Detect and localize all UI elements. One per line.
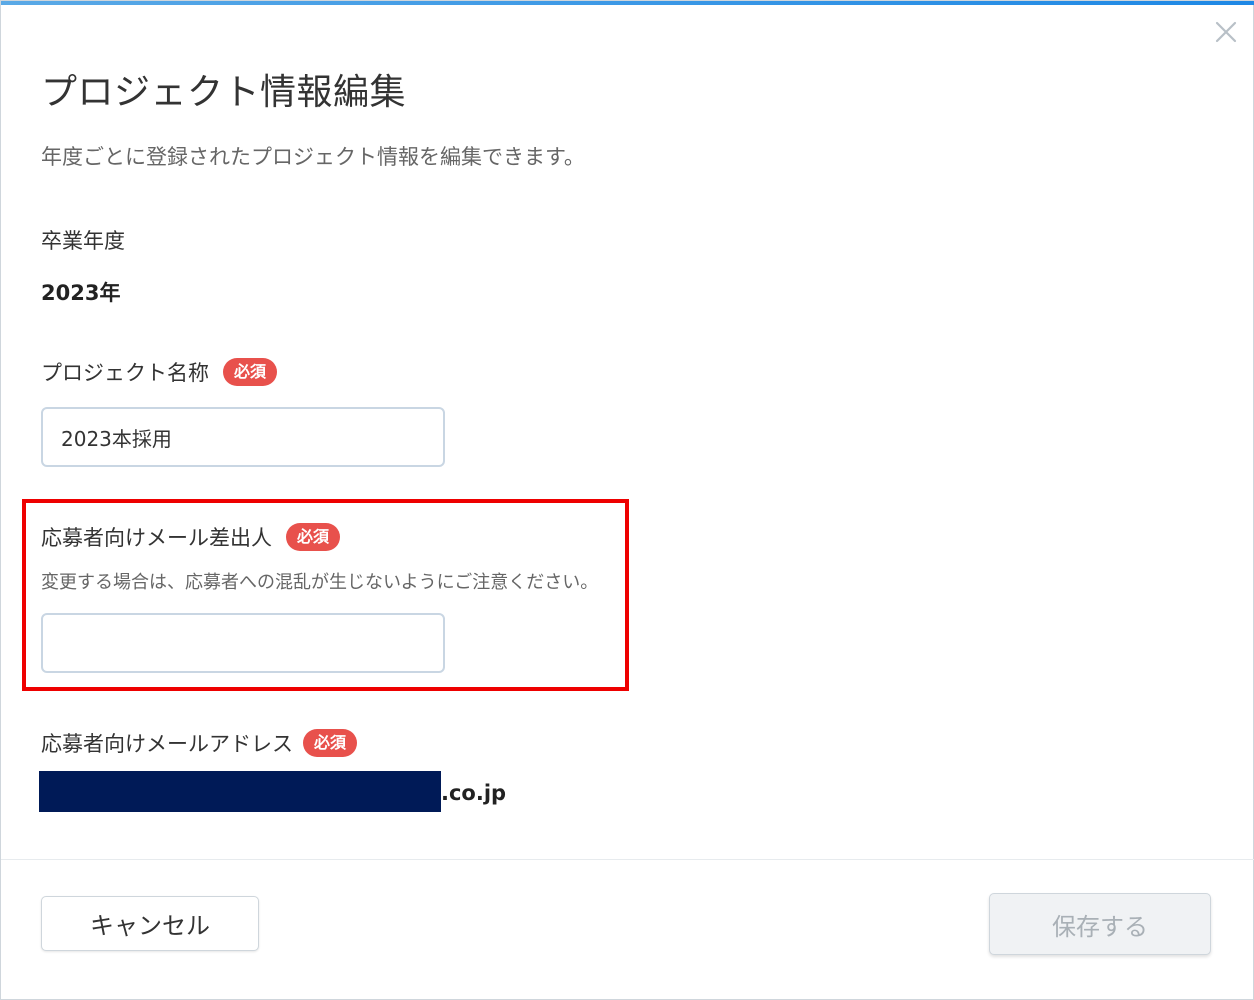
dialog-top-accent bbox=[1, 1, 1254, 5]
project-name-input[interactable] bbox=[41, 407, 445, 467]
redacted-email-block bbox=[39, 771, 441, 812]
dialog-description: 年度ごとに登録されたプロジェクト情報を編集できます。 bbox=[41, 145, 585, 169]
sender-email-label: 応募者向けメールアドレス bbox=[41, 732, 293, 756]
email-domain-suffix: .co.jp bbox=[441, 781, 507, 805]
highlight-box bbox=[22, 499, 629, 691]
dialog-title: プロジェクト情報編集 bbox=[41, 72, 407, 113]
project-name-label-row: プロジェクト名称 必須 bbox=[41, 357, 278, 387]
project-name-label: プロジェクト名称 bbox=[41, 361, 209, 385]
cancel-button[interactable]: キャンセル bbox=[41, 896, 259, 951]
footer-divider bbox=[1, 859, 1254, 860]
graduation-year-value: 2023年 bbox=[41, 281, 121, 305]
required-badge: 必須 bbox=[223, 358, 278, 386]
project-edit-dialog: プロジェクト情報編集 年度ごとに登録されたプロジェクト情報を編集できます。 卒業… bbox=[0, 0, 1254, 1000]
save-button[interactable]: 保存する bbox=[989, 893, 1211, 955]
sender-email-label-row: 応募者向けメールアドレス 必須 bbox=[41, 728, 358, 758]
graduation-year-label: 卒業年度 bbox=[41, 229, 125, 253]
required-badge: 必須 bbox=[303, 729, 358, 757]
close-icon[interactable] bbox=[1211, 17, 1241, 47]
